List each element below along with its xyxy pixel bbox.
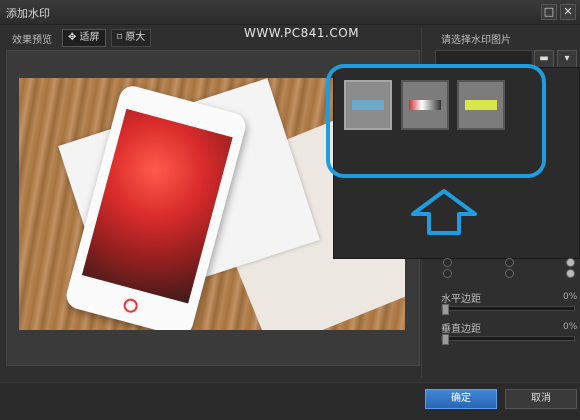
- horizontal-margin-slider-knob[interactable]: [442, 304, 449, 315]
- fit-screen-button[interactable]: ✥ 适屏: [62, 29, 106, 47]
- watermark-overlay-text: WWW.PC841.COM: [244, 26, 360, 40]
- vertical-margin-slider[interactable]: [441, 334, 575, 345]
- position-dot-bottom-left[interactable]: [443, 269, 452, 278]
- maximize-button[interactable]: □: [541, 4, 557, 20]
- original-size-label: 原大: [125, 32, 146, 43]
- preview-label: 效果预览: [12, 35, 52, 46]
- window-title: 添加水印: [6, 7, 50, 20]
- watermark-thumb-1-image: [352, 100, 384, 110]
- position-dot-left[interactable]: [443, 258, 452, 267]
- vertical-margin-value: 0%: [563, 322, 578, 332]
- original-size-button[interactable]: ⌑ 原大: [111, 29, 152, 47]
- ok-button[interactable]: 确定: [425, 389, 497, 409]
- cancel-button[interactable]: 取消: [505, 389, 577, 409]
- phone-image: [63, 83, 249, 330]
- fit-screen-icon: ✥: [68, 32, 80, 43]
- horizontal-margin-label: 水平边距: [441, 294, 481, 305]
- watermark-thumb-3-image: [465, 100, 497, 110]
- phone-home-button: [122, 297, 140, 315]
- fit-screen-label: 适屏: [79, 32, 100, 43]
- select-watermark-label: 请选择水印图片: [441, 35, 511, 46]
- horizontal-margin-slider[interactable]: [441, 304, 575, 315]
- position-dot-right[interactable]: [566, 258, 575, 267]
- watermark-thumb-3[interactable]: [457, 80, 505, 130]
- title-bar: 添加水印 □ ✕: [0, 0, 580, 25]
- chevron-down-icon[interactable]: ▾: [557, 50, 577, 68]
- vertical-margin-slider-knob[interactable]: [442, 334, 449, 345]
- position-dot-bottom-center[interactable]: [505, 269, 514, 278]
- close-button[interactable]: ✕: [560, 4, 576, 20]
- position-dot-center[interactable]: [505, 258, 514, 267]
- up-arrow-icon: [411, 189, 477, 235]
- watermark-thumb-1[interactable]: [344, 80, 392, 130]
- position-dot-bottom-right[interactable]: [566, 269, 575, 278]
- horizontal-margin-value: 0%: [563, 292, 578, 302]
- watermark-thumb-2-image: [409, 100, 441, 110]
- vertical-margin-label: 垂直边距: [441, 324, 481, 335]
- watermark-thumb-2[interactable]: [401, 80, 449, 130]
- folder-icon[interactable]: ▬: [534, 50, 554, 68]
